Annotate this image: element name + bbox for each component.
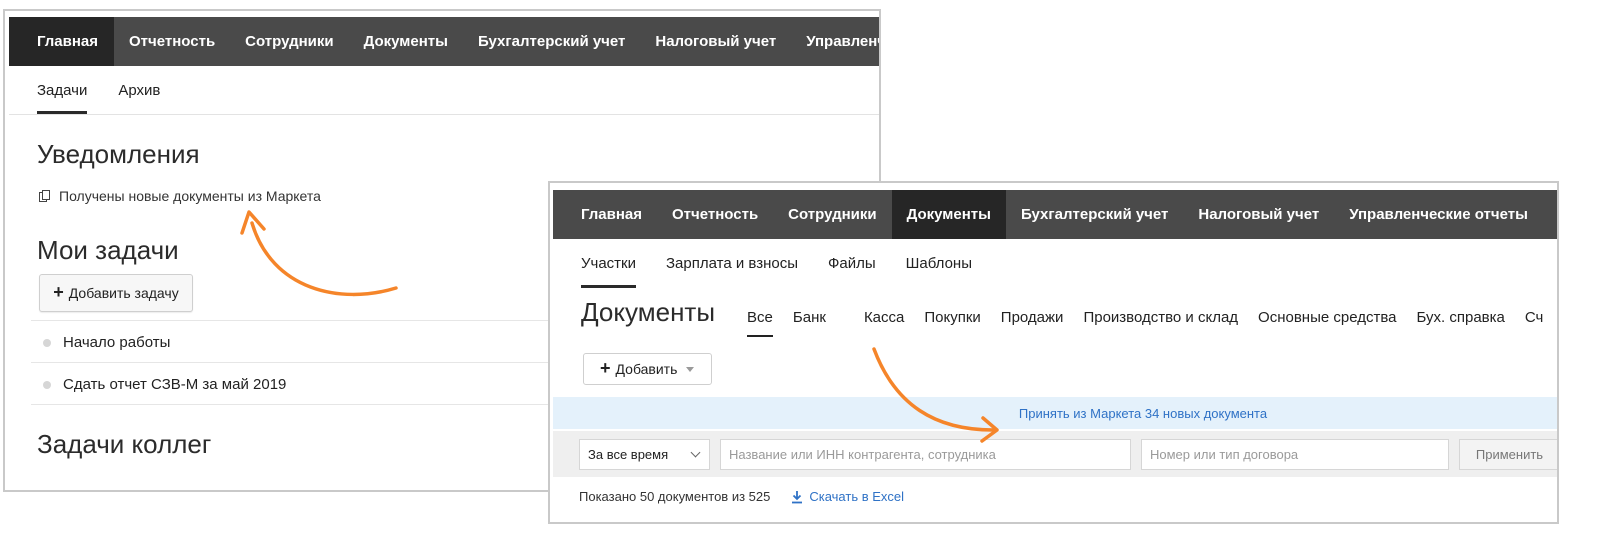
add-document-button[interactable]: + Добавить [583, 353, 712, 385]
accept-market-documents-link[interactable]: Принять из Маркета 34 новых документа [1019, 406, 1267, 421]
apply-button[interactable]: Применить [1459, 439, 1557, 470]
notifications-title: Уведомления [37, 139, 200, 169]
tab-files[interactable]: Файлы [828, 239, 876, 288]
documents-header: Документы Все Банк Касса Покупки Продажи… [581, 295, 1557, 337]
contractor-search-field[interactable] [720, 439, 1131, 470]
add-task-button[interactable]: + Добавить задачу [39, 274, 193, 312]
my-tasks-title: Мои задачи [37, 235, 179, 265]
nav-item-management-reports[interactable]: Управленческие отчеты [1334, 190, 1543, 239]
page-title: Документы [581, 297, 716, 327]
market-banner: Принять из Маркета 34 новых документа [553, 397, 1557, 429]
add-task-label: Добавить задачу [68, 285, 179, 301]
filter-purchases[interactable]: Покупки [924, 299, 980, 337]
nav-item-accounting[interactable]: Бухгалтерский учет [1006, 190, 1183, 239]
colleague-tasks-title: Задачи коллег [37, 429, 212, 459]
filter-fixed-assets[interactable]: Основные средства [1258, 299, 1396, 337]
period-select[interactable]: За все время [579, 439, 710, 470]
plus-icon: + [600, 357, 611, 378]
task-item[interactable]: Сдать отчет СЗВ-М за май 2019 [43, 376, 286, 393]
notification-text: Получены новые документы из Маркета [59, 188, 321, 204]
bullet-icon [43, 380, 51, 389]
filter-accounts[interactable]: Сч [1525, 299, 1543, 337]
nav-item-employees[interactable]: Сотрудники [230, 17, 348, 66]
contractor-input[interactable] [729, 440, 1130, 469]
task-label: Сдать отчет СЗВ-М за май 2019 [63, 376, 287, 393]
chevron-down-icon [690, 447, 701, 458]
period-value: За все время [588, 447, 669, 462]
task-item[interactable]: Начало работы [43, 334, 170, 351]
filter-sales[interactable]: Продажи [1001, 299, 1064, 337]
filter-all[interactable]: Все [747, 299, 773, 337]
nav-item-tax[interactable]: Налоговый учет [640, 17, 791, 66]
nav-item-management[interactable]: Управленч [791, 17, 879, 66]
filter-cash[interactable]: Касса [864, 299, 904, 337]
nav-item-tax[interactable]: Налоговый учет [1183, 190, 1334, 239]
divider [31, 362, 561, 363]
main-nav: Главная Отчетность Сотрудники Документы … [553, 190, 1557, 239]
documents-icon [39, 189, 50, 203]
task-label: Начало работы [63, 334, 171, 351]
notification-item[interactable]: Получены новые документы из Маркета [39, 188, 321, 204]
nav-item-reporting[interactable]: Отчетность [657, 190, 773, 239]
nav-item-home[interactable]: Главная [553, 190, 657, 239]
filter-production[interactable]: Производство и склад [1083, 299, 1238, 337]
tab-sections[interactable]: Участки [581, 239, 636, 288]
shown-count: Показано 50 документов из 525 [579, 489, 771, 504]
excel-label: Скачать в Excel [809, 489, 905, 504]
contract-input[interactable] [1150, 440, 1448, 469]
tab-salary[interactable]: Зарплата и взносы [666, 239, 798, 288]
filter-accounting-note[interactable]: Бух. справка [1417, 299, 1505, 337]
caret-down-icon [686, 366, 695, 372]
tab-archive[interactable]: Архив [118, 66, 160, 114]
filter-bank[interactable]: Банк [793, 299, 826, 337]
main-nav: Главная Отчетность Сотрудники Документы … [9, 17, 879, 66]
nav-item-documents[interactable]: Документы [891, 190, 1006, 239]
divider [31, 320, 561, 321]
filter-bar: За все время Применить [553, 431, 1557, 477]
download-excel-link[interactable]: Скачать в Excel [790, 489, 904, 504]
nav-item-reporting[interactable]: Отчетность [114, 17, 230, 66]
documents-window: Главная Отчетность Сотрудники Документы … [548, 181, 1559, 524]
plus-icon: + [53, 281, 64, 302]
tasks-tabs: Задачи Архив [9, 66, 879, 115]
tab-templates[interactable]: Шаблоны [906, 239, 972, 288]
divider [31, 404, 561, 405]
nav-item-home[interactable]: Главная [9, 17, 115, 66]
contract-search-field[interactable] [1141, 439, 1449, 470]
nav-item-accounting[interactable]: Бухгалтерский учет [463, 17, 640, 66]
results-summary: Показано 50 документов из 525 Скачать в … [579, 489, 904, 504]
add-label: Добавить [615, 361, 678, 377]
bullet-icon [43, 338, 51, 347]
tab-tasks[interactable]: Задачи [37, 66, 88, 114]
download-icon [792, 490, 803, 503]
nav-item-employees[interactable]: Сотрудники [773, 190, 891, 239]
documents-tabs: Участки Зарплата и взносы Файлы Шаблоны [553, 239, 1557, 288]
nav-item-documents[interactable]: Документы [349, 17, 463, 66]
